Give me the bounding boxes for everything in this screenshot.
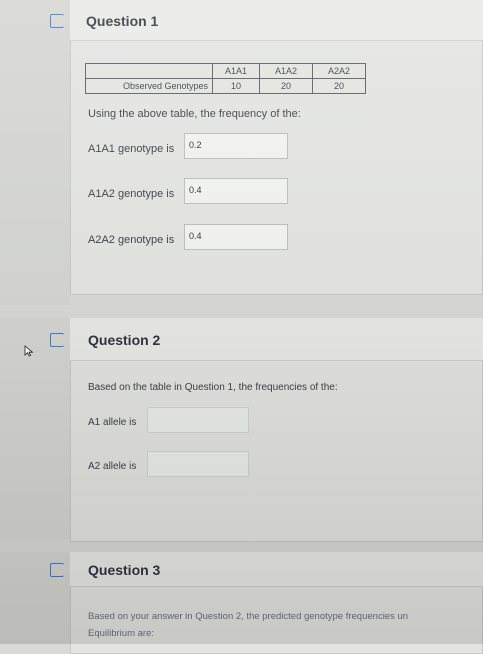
field-label-a2-allele: A2 allele is [88,461,137,472]
question-1-title: Question 1 [86,13,159,29]
table-row: Observed Genotypes 10 20 20 [85,78,366,94]
question-3-prompt-line-2: Equilibrium are: [88,628,154,639]
a1a2-genotype-input[interactable]: 0.4 [184,178,288,204]
question-2-info-panel [0,318,70,540]
a1-allele-input[interactable] [147,407,249,433]
question-2-title: Question 2 [88,332,161,348]
question-3-title: Question 3 [88,562,161,578]
field-label-a1-allele: A1 allele is [88,417,137,428]
table-header-row: A1A1 A1A2 A2A2 [85,63,366,79]
question-3-prompt-line-1: Based on your answer in Question 2, the … [88,611,409,622]
table-header-cell [85,63,213,79]
table-cell: 10 [212,78,260,94]
genotype-table: A1A1 A1A2 A2A2 Observed Genotypes 10 20 … [85,63,366,94]
table-row-label: Observed Genotypes [85,78,213,94]
table-header-cell: A1A2 [259,63,313,79]
table-header-cell: A2A2 [312,63,366,79]
table-cell: 20 [259,78,313,94]
question-2-prompt: Based on the table in Question 1, the fr… [88,382,338,393]
a2-allele-input[interactable] [147,451,249,477]
a2a2-genotype-input[interactable]: 0.4 [184,224,288,250]
table-header-cell: A1A1 [212,63,260,79]
question-1-info-panel [0,0,70,305]
question-1-prompt: Using the above table, the frequency of … [88,108,301,120]
field-label-a2a2: A2A2 genotype is [88,234,175,246]
mouse-cursor-icon [24,345,34,357]
table-cell: 20 [312,78,366,94]
field-label-a1a1: A1A1 genotype is [88,143,175,155]
a1a1-genotype-input[interactable]: 0.2 [184,133,288,159]
field-label-a1a2: A1A2 genotype is [88,188,175,200]
